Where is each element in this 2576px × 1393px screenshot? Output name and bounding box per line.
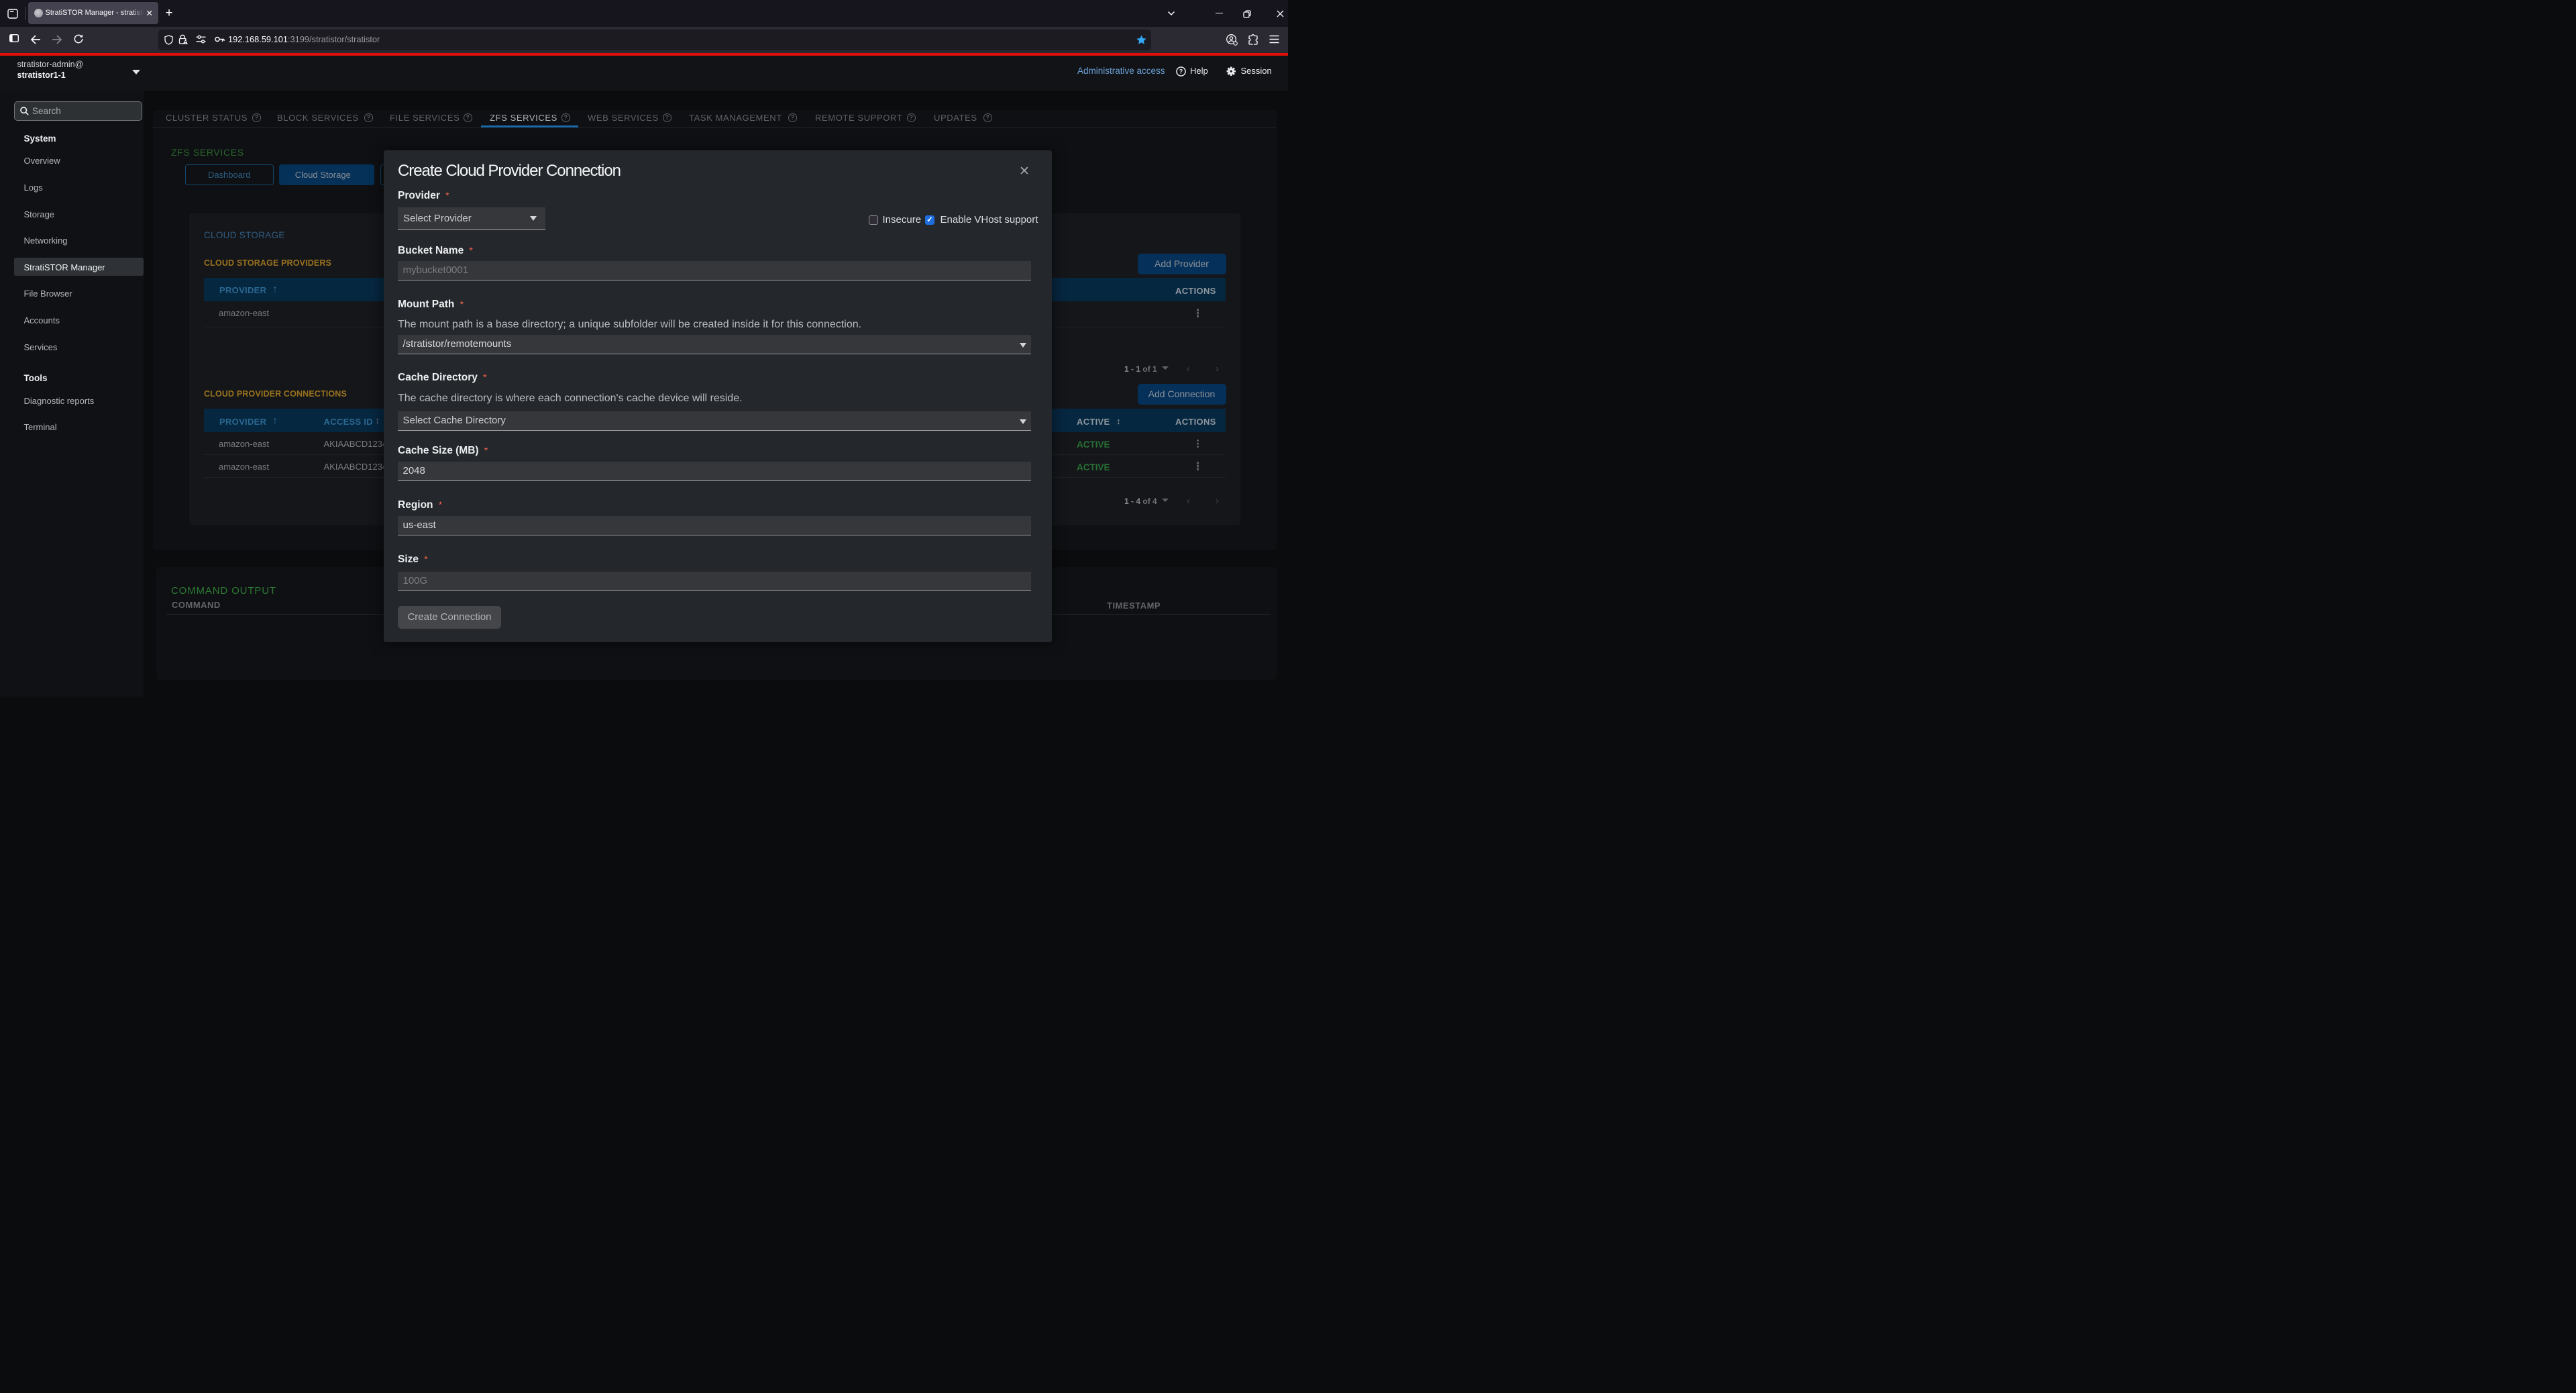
svg-text:?: ?: [1179, 68, 1182, 74]
